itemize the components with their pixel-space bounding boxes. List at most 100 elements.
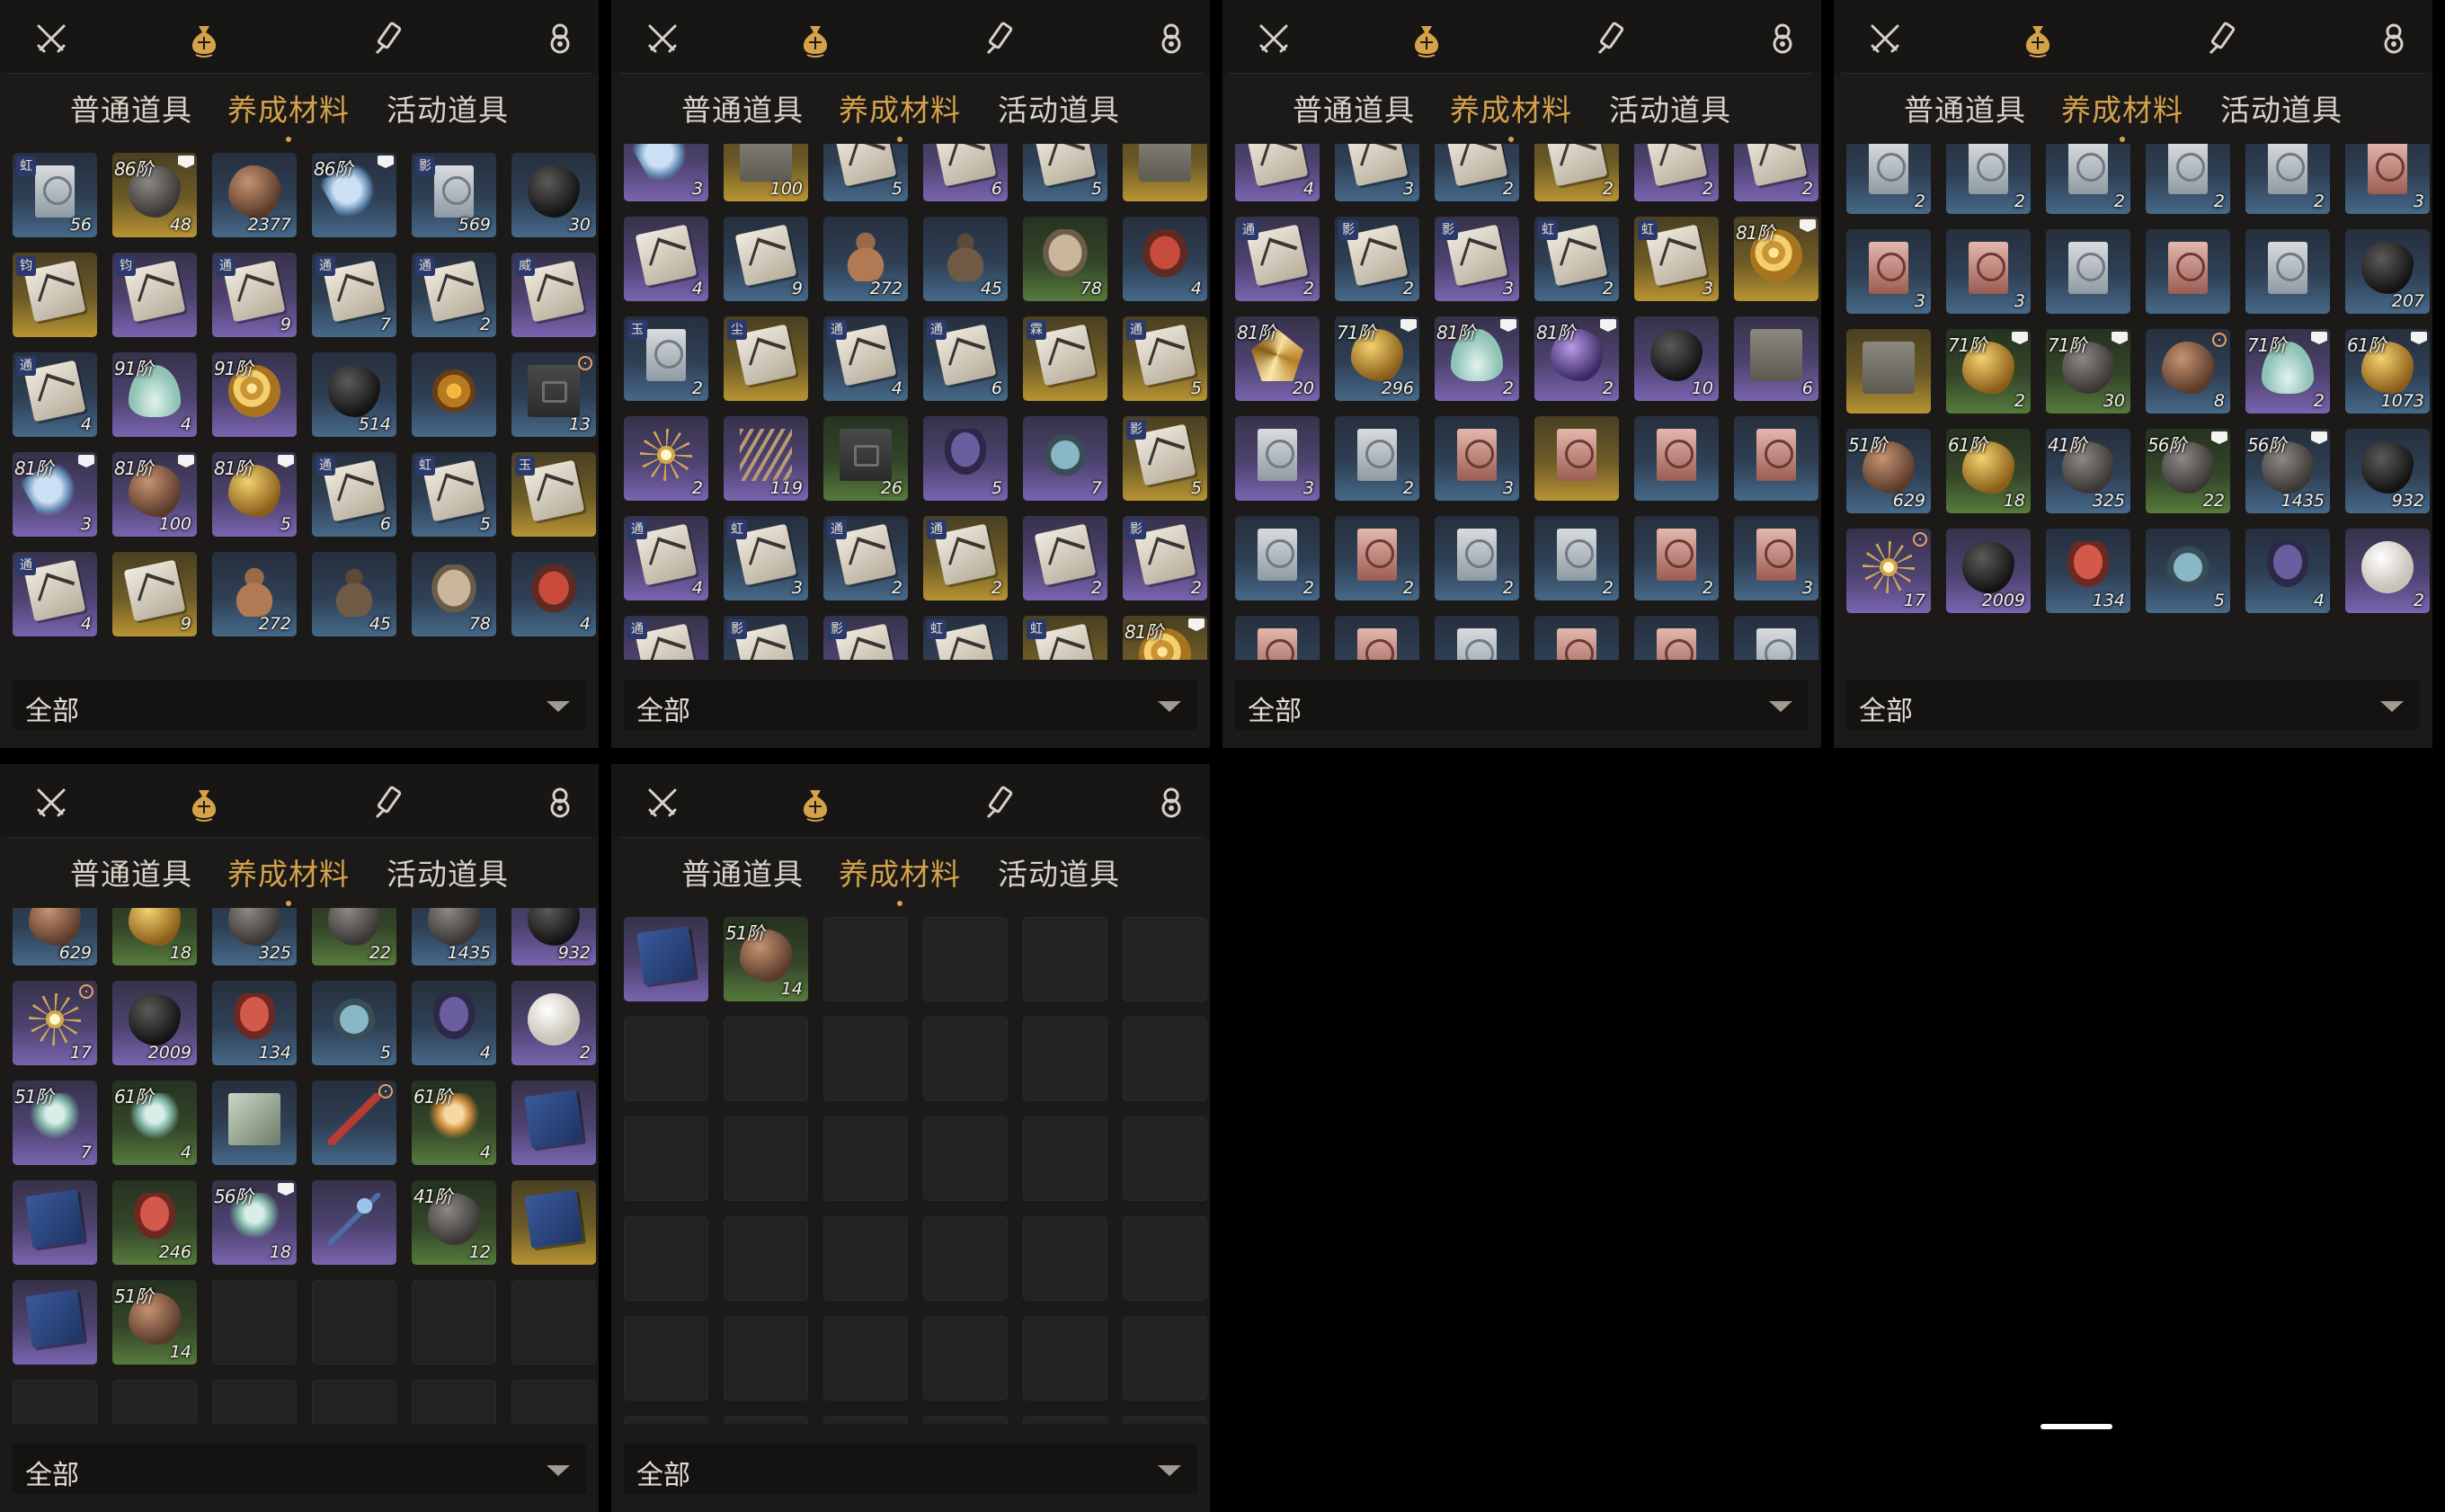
item-slot[interactable]: 134 [2046,529,2130,613]
item-slot[interactable] [412,352,496,437]
item-slot[interactable]: 86阶 [312,153,396,237]
crossed-swords-icon[interactable] [27,778,76,827]
item-slot[interactable]: 1435 [412,908,496,965]
item-slot[interactable]: 通2 [1435,144,1519,201]
item-slot[interactable]: 5 [312,981,396,1065]
item-slot[interactable]: 2 [624,416,708,501]
money-bag-icon[interactable] [791,778,840,827]
item-slot[interactable]: 9 [112,552,197,636]
item-slot[interactable]: 2 [1435,516,1519,600]
item-slot[interactable]: 71阶 296 [1335,316,1419,401]
item-slot[interactable]: 2 [1634,516,1719,600]
item-slot[interactable]: 虹3 [1634,217,1719,301]
item-slot[interactable]: 81阶 [1734,217,1818,301]
subtab[interactable]: 普通道具 [70,850,192,894]
item-slot[interactable]: 玉2 [624,316,708,401]
item-slot[interactable]: 5 [823,144,908,201]
item-slot[interactable]: 81阶 20 [1235,316,1320,401]
item-slot[interactable]: 2 [2046,144,2130,214]
crossed-swords-icon[interactable] [638,778,687,827]
subtab[interactable]: 活动道具 [998,86,1120,129]
item-grid[interactable]: 3 100 5 6 5 4 9 272 45 78 4 玉 2 尘通 4 通 6 霖通 5 2 119 26 5 7 影 5 通 4 虹… [624,144,1210,660]
item-slot[interactable]: 13 [511,352,596,437]
subtab[interactable]: 普通道具 [70,86,192,129]
item-slot[interactable] [2245,229,2330,314]
item-slot[interactable]: 影2 [1734,144,1818,201]
item-slot[interactable]: 虹 56 [13,153,97,237]
subtab[interactable]: 养成材料 [1450,86,1572,142]
item-grid[interactable]: 虹 56 86阶 48 2377 86阶影 569 30 钧钧通 9 通 7 通 2 威通 4 91阶 4 91阶 5… [13,144,599,660]
filter-dropdown[interactable]: 全部 [13,1444,586,1494]
scroll-brush-icon[interactable] [2199,14,2247,63]
item-slot[interactable]: 932 [511,908,596,965]
subtab[interactable]: 养成材料 [227,86,350,142]
item-slot[interactable]: 2 [1534,516,1619,600]
scroll-brush-icon[interactable] [976,14,1025,63]
item-slot[interactable]: 61阶 4 [412,1081,496,1165]
item-slot[interactable] [1734,416,1818,501]
item-slot[interactable]: 71阶 2 [1946,329,2031,414]
item-slot[interactable]: 5 [923,416,1008,501]
item-slot[interactable]: 霖 [1023,316,1107,401]
token-icon[interactable] [1758,14,1807,63]
item-slot[interactable]: 41阶 12 [412,1180,496,1265]
item-slot[interactable] [1634,416,1719,501]
item-slot[interactable]: 45 [312,552,396,636]
item-slot[interactable] [312,1180,396,1265]
item-slot[interactable]: 4 [2245,529,2330,613]
item-slot[interactable]: 通2 [412,253,496,337]
item-slot[interactable] [624,917,708,1001]
item-slot[interactable] [2046,229,2130,314]
item-slot[interactable]: 7 [1023,416,1107,501]
item-slot[interactable]: 78 [1023,217,1107,301]
item-slot[interactable]: 钧 [13,253,97,337]
item-slot[interactable]: 2 [1846,144,1931,214]
subtab[interactable]: 养成材料 [839,86,961,142]
subtab[interactable]: 活动道具 [998,850,1120,894]
item-grid[interactable]: 629 18 325 22 1435 932 17 2009 134 5 4 2 51阶 7 61阶 4 61阶… [13,908,599,1424]
item-slot[interactable]: 91阶 [212,352,297,437]
item-slot[interactable]: 通7 [312,253,396,337]
subtab[interactable]: 普通道具 [681,86,804,129]
item-slot[interactable]: 虹2 [1534,217,1619,301]
item-slot[interactable]: 3 [1734,516,1818,600]
crossed-swords-icon[interactable] [638,14,687,63]
item-slot[interactable]: 100 [724,144,808,201]
item-slot[interactable]: 207 [2345,229,2430,314]
item-slot[interactable]: 56阶 18 [212,1180,297,1265]
item-grid[interactable]: 4虹3通2通22影2通2影2影3虹2虹381阶81阶2071阶29681阶281… [1235,144,1821,660]
item-slot[interactable]: 通5 [1123,316,1207,401]
item-slot[interactable]: 81阶 100 [112,452,197,537]
subtab[interactable]: 活动道具 [387,86,509,129]
item-slot[interactable]: 虹3 [1335,144,1419,201]
item-slot[interactable]: 51阶 14 [724,917,808,1001]
item-slot[interactable]: 10 [1634,316,1719,401]
scroll-brush-icon[interactable] [365,778,413,827]
item-slot[interactable]: 尘 [724,316,808,401]
money-bag-icon[interactable] [2014,14,2062,63]
item-slot[interactable]: 4 [624,217,708,301]
item-slot[interactable]: 影2 [1123,516,1207,600]
crossed-swords-icon[interactable] [1249,14,1298,63]
item-slot[interactable]: 22 [312,908,396,965]
item-slot[interactable] [511,1081,596,1165]
item-slot[interactable]: 4 [1235,144,1320,201]
item-slot[interactable]: 26 [823,416,908,501]
item-slot[interactable]: 272 [212,552,297,636]
money-bag-icon[interactable] [791,14,840,63]
item-slot[interactable]: 虹 [923,616,1008,660]
item-slot[interactable]: 2 [1235,516,1320,600]
filter-dropdown[interactable]: 全部 [1846,680,2420,730]
item-slot[interactable]: 51阶 629 [1846,429,1931,513]
subtab[interactable]: 普通道具 [1293,86,1415,129]
item-slot[interactable]: 246 [112,1180,197,1265]
crossed-swords-icon[interactable] [1861,14,1909,63]
item-slot[interactable]: 3 [1846,229,1931,314]
item-slot[interactable]: 钧 [112,253,197,337]
item-slot[interactable]: 通4 [13,552,97,636]
item-slot[interactable]: 3 [1235,416,1320,501]
item-slot[interactable]: 2009 [112,981,197,1065]
item-slot[interactable]: 影 569 [412,153,496,237]
item-slot[interactable] [1846,329,1931,414]
item-slot[interactable]: 5 [1023,144,1107,201]
